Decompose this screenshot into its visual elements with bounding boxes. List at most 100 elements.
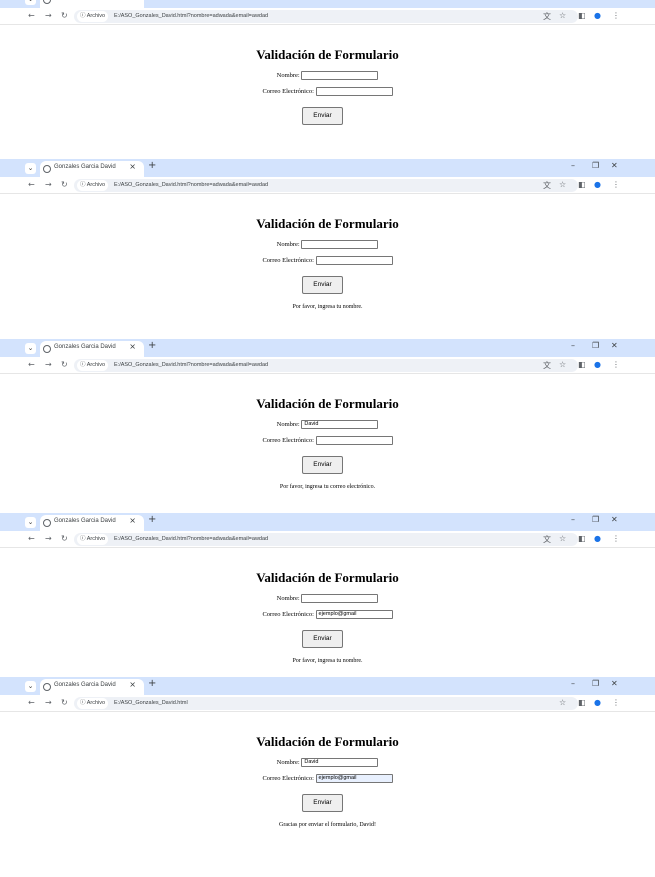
address-bar[interactable]: ⓘ Archivo E:/ASO_Gonzales_David.html?nom… [74, 10, 578, 23]
translate-icon[interactable]: ⽂ [543, 180, 551, 191]
back-icon[interactable]: ← [28, 534, 35, 543]
minimize-icon[interactable]: – [571, 679, 575, 688]
close-icon[interactable]: × [129, 162, 136, 171]
star-icon[interactable]: ☆ [559, 180, 566, 189]
restore-icon[interactable]: ❐ [592, 679, 599, 688]
close-window-icon[interactable]: ✕ [611, 0, 618, 1]
submit-button[interactable]: Enviar [302, 107, 343, 125]
email-input[interactable]: ejemplo@gmail [315, 610, 393, 619]
profile-icon[interactable]: ● [594, 180, 601, 189]
reload-icon[interactable]: ↻ [61, 698, 68, 707]
site-info-chip[interactable]: ⓘ Archivo [77, 11, 109, 22]
browser-tab[interactable]: Gonzales Garcia David × [40, 679, 144, 695]
chevron-down-icon[interactable]: ⌄ [25, 343, 36, 354]
browser-tab[interactable]: Gonzales Garcia David × [40, 341, 144, 357]
minimize-icon[interactable]: – [571, 341, 575, 350]
email-input[interactable]: ejemplo@gmail [315, 774, 393, 783]
minimize-icon[interactable]: – [571, 0, 575, 1]
profile-icon[interactable]: ● [594, 360, 601, 369]
name-input[interactable] [301, 594, 379, 603]
side-panel-icon[interactable]: ◧ [578, 698, 586, 707]
address-bar[interactable]: ⓘ Archivo E:/ASO_Gonzales_David.html?nom… [74, 359, 578, 372]
close-icon[interactable]: × [129, 0, 136, 2]
kebab-menu-icon[interactable]: ⋮ [612, 360, 620, 369]
minimize-icon[interactable]: – [571, 515, 575, 524]
forward-icon[interactable]: → [45, 180, 52, 189]
site-info-chip[interactable]: ⓘ Archivo [77, 534, 109, 545]
back-icon[interactable]: ← [28, 360, 35, 369]
url-text[interactable]: E:/ASO_Gonzales_David.html?nombre=adwada… [114, 536, 268, 542]
plus-icon[interactable]: + [148, 0, 156, 2]
reload-icon[interactable]: ↻ [61, 180, 68, 189]
name-input[interactable]: David [301, 758, 379, 767]
forward-icon[interactable]: → [45, 11, 52, 20]
email-input[interactable] [315, 87, 393, 96]
restore-icon[interactable]: ❐ [592, 515, 599, 524]
browser-tab[interactable]: Gonzales Garcia David × [40, 515, 144, 531]
url-text[interactable]: E:/ASO_Gonzales_David.html?nombre=adwada… [114, 182, 268, 188]
side-panel-icon[interactable]: ◧ [578, 180, 586, 189]
reload-icon[interactable]: ↻ [61, 534, 68, 543]
close-icon[interactable]: × [129, 680, 136, 689]
profile-icon[interactable]: ● [594, 11, 601, 20]
back-icon[interactable]: ← [28, 698, 35, 707]
restore-icon[interactable]: ❐ [592, 341, 599, 350]
close-icon[interactable]: × [129, 516, 136, 525]
name-input[interactable] [301, 240, 379, 249]
url-text[interactable]: E:/ASO_Gonzales_David.html [114, 700, 188, 706]
submit-button[interactable]: Enviar [302, 794, 343, 812]
email-input[interactable] [315, 256, 393, 265]
reload-icon[interactable]: ↻ [61, 360, 68, 369]
browser-tab[interactable]: Gonzales Garcia David × [40, 0, 144, 8]
plus-icon[interactable]: + [148, 160, 156, 171]
kebab-menu-icon[interactable]: ⋮ [612, 698, 620, 707]
side-panel-icon[interactable]: ◧ [578, 534, 586, 543]
back-icon[interactable]: ← [28, 180, 35, 189]
translate-icon[interactable]: ⽂ [543, 11, 551, 22]
kebab-menu-icon[interactable]: ⋮ [612, 534, 620, 543]
site-info-chip[interactable]: ⓘ Archivo [77, 360, 109, 371]
chevron-down-icon[interactable]: ⌄ [25, 163, 36, 174]
close-window-icon[interactable]: ✕ [611, 679, 618, 688]
email-input[interactable] [315, 436, 393, 445]
browser-tab[interactable]: Gonzales Garcia David × [40, 161, 144, 177]
forward-icon[interactable]: → [45, 360, 52, 369]
reload-icon[interactable]: ↻ [61, 11, 68, 20]
forward-icon[interactable]: → [45, 534, 52, 543]
kebab-menu-icon[interactable]: ⋮ [612, 11, 620, 20]
plus-icon[interactable]: + [148, 678, 156, 689]
profile-icon[interactable]: ● [594, 698, 601, 707]
site-info-chip[interactable]: ⓘ Archivo [77, 698, 109, 709]
translate-icon[interactable]: ⽂ [543, 534, 551, 545]
restore-icon[interactable]: ❐ [592, 0, 599, 1]
close-window-icon[interactable]: ✕ [611, 515, 618, 524]
chevron-down-icon[interactable]: ⌄ [25, 681, 36, 692]
submit-button[interactable]: Enviar [302, 456, 343, 474]
url-text[interactable]: E:/ASO_Gonzales_David.html?nombre=adwada… [114, 362, 268, 368]
close-window-icon[interactable]: ✕ [611, 341, 618, 350]
submit-button[interactable]: Enviar [302, 630, 343, 648]
forward-icon[interactable]: → [45, 698, 52, 707]
star-icon[interactable]: ☆ [559, 534, 566, 543]
submit-button[interactable]: Enviar [302, 276, 343, 294]
address-bar[interactable]: ⓘ Archivo E:/ASO_Gonzales_David.html?nom… [74, 533, 578, 546]
site-info-chip[interactable]: ⓘ Archivo [77, 180, 109, 191]
plus-icon[interactable]: + [148, 340, 156, 351]
side-panel-icon[interactable]: ◧ [578, 360, 586, 369]
close-icon[interactable]: × [129, 342, 136, 351]
translate-icon[interactable]: ⽂ [543, 360, 551, 371]
close-window-icon[interactable]: ✕ [611, 161, 618, 170]
name-input[interactable]: David [301, 420, 379, 429]
minimize-icon[interactable]: – [571, 161, 575, 170]
kebab-menu-icon[interactable]: ⋮ [612, 180, 620, 189]
star-icon[interactable]: ☆ [559, 360, 566, 369]
back-icon[interactable]: ← [28, 11, 35, 20]
plus-icon[interactable]: + [148, 514, 156, 525]
chevron-down-icon[interactable]: ⌄ [25, 0, 36, 5]
side-panel-icon[interactable]: ◧ [578, 11, 586, 20]
url-text[interactable]: E:/ASO_Gonzales_David.html?nombre=adwada… [114, 13, 268, 19]
chevron-down-icon[interactable]: ⌄ [25, 517, 36, 528]
profile-icon[interactable]: ● [594, 534, 601, 543]
star-icon[interactable]: ☆ [559, 698, 566, 707]
restore-icon[interactable]: ❐ [592, 161, 599, 170]
